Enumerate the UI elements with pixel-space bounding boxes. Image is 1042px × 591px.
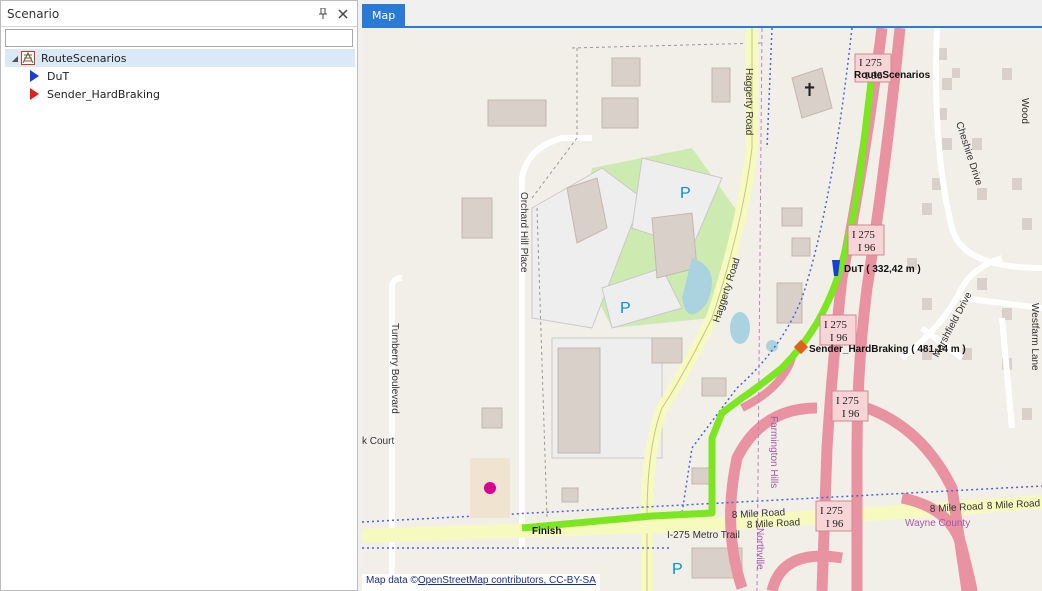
hospital-icon — [484, 482, 496, 494]
svg-text:I 275: I 275 — [820, 505, 843, 517]
highway-shield: I 275I 96 — [815, 500, 853, 532]
street-label: I-275 Metro Trail — [667, 530, 740, 541]
svg-text:I 275: I 275 — [859, 57, 882, 69]
street-label: Northville — [754, 528, 765, 570]
highway-shield: I 275I 96 — [831, 390, 869, 422]
map-canvas[interactable]: ✝ P P P I 275I 96 I 275I 96 I 275I 96 I … — [362, 28, 1042, 591]
route-scenario-icon — [21, 51, 35, 65]
parking-icon: P — [620, 300, 631, 317]
map-view[interactable]: ✝ P P P I 275 I 96 I 275 I 96 I 275 I 96… — [362, 28, 1042, 591]
finish-label: Finish — [532, 526, 561, 537]
scenario-panel: Scenario ◢ RouteScenarios DuT Sender_Har… — [0, 0, 358, 591]
svg-text:I 275: I 275 — [836, 395, 859, 407]
route-start-label: RouteScenarios — [854, 70, 931, 81]
street-label: Wood — [1019, 98, 1030, 124]
street-label: Westfarm Lane — [1029, 303, 1040, 371]
svg-text:I 96: I 96 — [842, 408, 860, 420]
tree-item-label: Sender_HardBraking — [47, 87, 161, 101]
document-tabbar: Map — [362, 0, 1042, 28]
red-flag-icon — [27, 87, 41, 101]
search-input[interactable] — [5, 29, 353, 47]
blue-flag-icon — [27, 69, 41, 83]
street-label: 8 Mile Road — [987, 498, 1041, 512]
street-label: k Court — [362, 436, 394, 447]
houses — [907, 48, 1032, 420]
tab-map[interactable]: Map — [362, 4, 406, 26]
scenario-tree: ◢ RouteScenarios DuT Sender_HardBraking — [5, 49, 355, 103]
scenario-panel-header: Scenario — [1, 1, 357, 27]
parking-icon: P — [672, 561, 683, 578]
attribution-prefix: Map data © — [366, 575, 418, 586]
pin-icon[interactable] — [315, 6, 331, 22]
highway-shield: I 275I 96 — [819, 314, 857, 346]
parking-icon: P — [680, 185, 691, 202]
panel-title: Scenario — [7, 6, 60, 21]
tree-item-label: RouteScenarios — [41, 51, 127, 65]
street-label: Wayne County — [905, 518, 970, 529]
dut-label: DuT ( 332,42 m ) — [844, 264, 921, 275]
svg-text:I 275: I 275 — [852, 229, 875, 241]
street-label: Orchard Hill Place — [518, 192, 529, 273]
highway-shield: I 275I 96 — [847, 224, 885, 256]
tree-item-dut[interactable]: DuT — [5, 67, 355, 85]
svg-text:I 96: I 96 — [858, 242, 876, 254]
street-label: Farmington Hills — [768, 416, 779, 488]
street-label: Turnberry Boulevard — [389, 323, 400, 414]
tree-item-label: DuT — [47, 69, 70, 83]
tree-item-routescenarios[interactable]: ◢ RouteScenarios — [5, 49, 355, 67]
svg-text:I 96: I 96 — [826, 518, 844, 530]
close-icon[interactable] — [335, 6, 351, 22]
street-label: Cheshire Drive — [953, 121, 984, 188]
church-icon: ✝ — [802, 80, 817, 101]
sender-label: Sender_HardBraking ( 481,14 m ) — [809, 344, 966, 355]
svg-text:I 275: I 275 — [824, 319, 847, 331]
tree-item-sender-hardbraking[interactable]: Sender_HardBraking — [5, 85, 355, 103]
svg-text:I 96: I 96 — [830, 332, 848, 344]
tab-map-label: Map — [372, 8, 396, 22]
attribution-link[interactable]: OpenStreetMap contributors, CC-BY-SA — [418, 575, 596, 586]
expand-icon[interactable]: ◢ — [9, 52, 21, 64]
map-attribution: Map data ©OpenStreetMap contributors, CC… — [362, 574, 600, 591]
street-label: Haggerty Road — [743, 68, 754, 135]
